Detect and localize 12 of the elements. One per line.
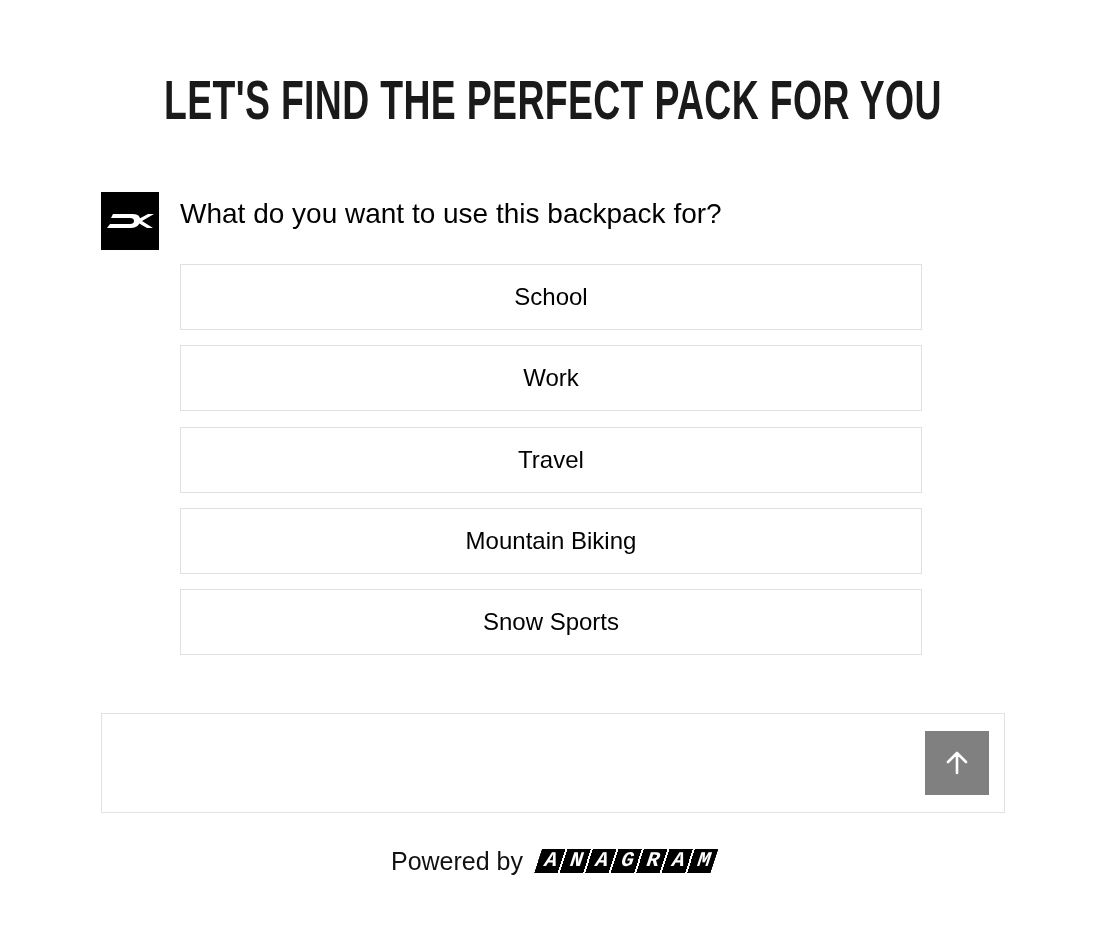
answer-option-button[interactable]: Travel <box>180 426 922 493</box>
powered-by-text: Powered by <box>390 846 523 876</box>
send-button[interactable] <box>925 731 989 795</box>
page-heading: LET'S FIND THE PERFECT PACK FOR YOU <box>164 70 942 130</box>
answer-option-button[interactable]: Work <box>180 345 922 412</box>
brand-mark-icon <box>101 192 159 250</box>
question-text: What do you want to use this backpack for? <box>180 197 722 231</box>
answer-option-button[interactable]: Mountain Biking <box>180 507 922 574</box>
message-field[interactable] <box>101 713 1005 813</box>
arrow-up-icon <box>946 751 968 775</box>
answer-option-button[interactable]: School <box>180 264 922 330</box>
answer-option-button[interactable]: Snow Sports <box>180 589 922 655</box>
